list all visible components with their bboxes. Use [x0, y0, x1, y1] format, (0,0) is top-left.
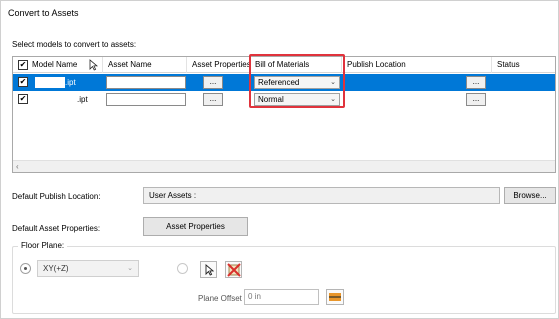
chevron-down-icon: ⌄	[127, 265, 133, 272]
row-checkbox[interactable]: ✔	[18, 77, 28, 87]
column-asset-name[interactable]: Asset Name	[103, 57, 187, 73]
dialog-title: Convert to Assets	[8, 8, 79, 18]
publish-location-field[interactable]: User Assets :	[143, 187, 500, 204]
asset-name-input[interactable]	[106, 93, 186, 106]
cursor-select-icon	[205, 264, 215, 278]
row-checkbox[interactable]: ✔	[18, 94, 28, 104]
column-model-name-label: Model Name	[32, 60, 78, 69]
column-publish-location[interactable]: Publish Location	[342, 57, 492, 73]
clear-selection-icon	[227, 263, 241, 279]
redacted-model-name	[35, 77, 65, 88]
horizontal-scrollbar[interactable]: ‹	[13, 160, 555, 172]
browse-button[interactable]: Browse...	[504, 187, 556, 204]
convert-to-assets-dialog: Convert to Assets Select models to conve…	[0, 0, 559, 319]
plane-radio[interactable]	[20, 263, 31, 274]
bill-of-materials-highlight	[249, 54, 345, 108]
publish-location-button[interactable]: ...	[466, 76, 486, 89]
plane-offset-label: Plane Offset	[198, 294, 242, 303]
floor-plane-label: Floor Plane:	[18, 241, 68, 250]
publish-location-button[interactable]: ...	[466, 93, 486, 106]
asset-properties-button-main[interactable]: Asset Properties	[143, 217, 248, 236]
clear-selection-button[interactable]	[225, 261, 242, 278]
cursor-select-button[interactable]	[200, 261, 217, 278]
plane-value: XY(+Z)	[43, 264, 69, 273]
column-asset-properties[interactable]: Asset Properties	[187, 57, 251, 73]
column-model-name[interactable]: ✔ Model Name	[13, 57, 103, 73]
measure-button[interactable]	[326, 289, 344, 305]
default-publish-location-label: Default Publish Location:	[12, 192, 101, 201]
asset-name-input[interactable]	[106, 76, 186, 89]
asset-properties-button[interactable]: ...	[203, 93, 223, 106]
model-name: .ipt	[65, 78, 76, 87]
model-name: .ipt	[77, 95, 88, 104]
custom-plane-radio[interactable]	[177, 263, 188, 274]
plane-select[interactable]: XY(+Z) ⌄	[37, 260, 139, 277]
default-asset-properties-label: Default Asset Properties:	[12, 224, 101, 233]
scroll-left-arrow[interactable]: ‹	[16, 162, 19, 171]
column-status[interactable]: Status	[492, 57, 555, 73]
measure-icon	[329, 293, 341, 304]
asset-properties-button[interactable]: ...	[203, 76, 223, 89]
plane-offset-input[interactable]: 0 in	[244, 289, 319, 305]
select-all-checkbox[interactable]: ✔	[18, 60, 28, 70]
grid-instruction: Select models to convert to assets:	[12, 40, 137, 49]
